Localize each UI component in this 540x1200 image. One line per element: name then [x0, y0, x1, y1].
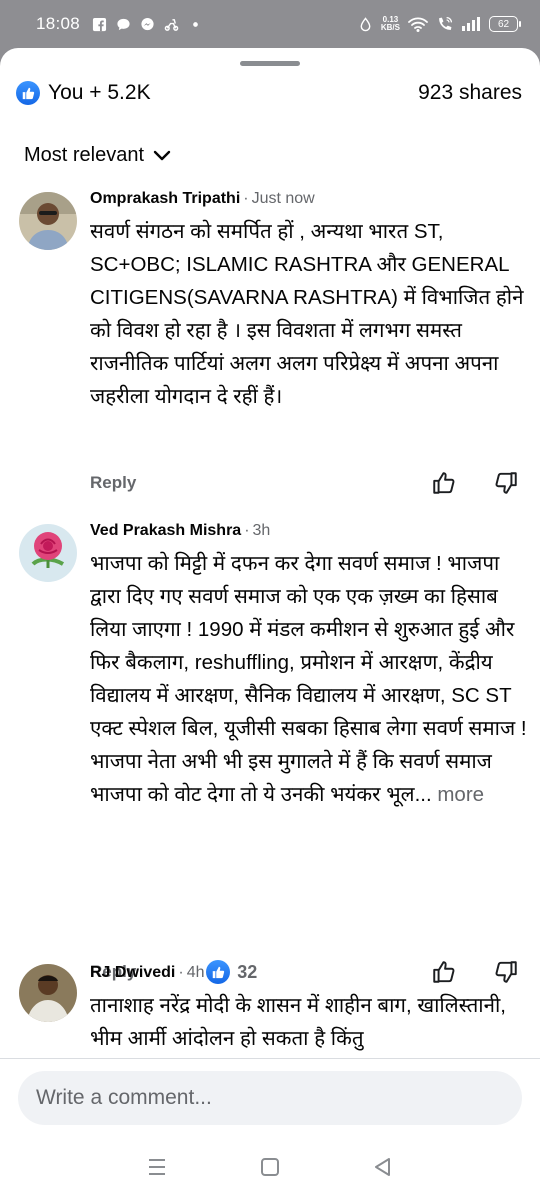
- comment-author[interactable]: Omprakash Tripathi: [90, 190, 240, 208]
- wifi-icon: [408, 17, 428, 32]
- downvote-button[interactable]: [492, 469, 520, 497]
- comment-header: Omprakash Tripathi · Just now: [90, 188, 530, 210]
- menu-icon: [148, 1159, 165, 1175]
- comment-timestamp[interactable]: Just now: [252, 190, 315, 208]
- battery-icon: 62: [489, 16, 521, 32]
- battery-level: 62: [497, 18, 510, 30]
- comments-sheet: You + 5.2K 923 shares Most relevant Ompr…: [0, 48, 540, 1134]
- status-bar: 18:08 0.13 KB/S 62: [0, 0, 540, 48]
- signal-icon: [462, 17, 480, 31]
- comment-text: भाजपा को मिट्टी में दफन कर देगा सवर्ण सम…: [90, 547, 530, 811]
- comment-input[interactable]: [18, 1071, 522, 1125]
- net-speed: 0.13 KB/S: [381, 16, 400, 32]
- avatar[interactable]: [19, 964, 77, 1022]
- avatar[interactable]: [19, 524, 77, 582]
- reactions-count[interactable]: You + 5.2K: [48, 81, 151, 105]
- data-drop-icon: [360, 16, 371, 31]
- comment-text-content: भाजपा को मिट्टी में दफन कर देगा सवर्ण सम…: [90, 552, 527, 806]
- dot-icon: [193, 21, 198, 27]
- net-speed-unit: KB/S: [380, 23, 400, 32]
- reactions-summary[interactable]: You + 5.2K 923 shares: [16, 78, 522, 108]
- sort-dropdown[interactable]: Most relevant: [24, 144, 172, 167]
- meta-separator: ·: [243, 190, 249, 207]
- chat-bubble-icon: [117, 18, 130, 30]
- comment-text: सवर्ण संगठन को समर्पित हों , अन्यथा भारत…: [90, 220, 524, 408]
- recents-button[interactable]: [137, 1147, 177, 1187]
- chevron-down-icon: [153, 150, 171, 160]
- comment-header: Ved Prakash Mishra · 3h: [90, 520, 530, 542]
- comment-author[interactable]: RJ Dwivedi: [90, 964, 175, 982]
- comment-timestamp[interactable]: 4h: [187, 964, 205, 982]
- messenger-icon: [141, 17, 154, 30]
- back-button[interactable]: [363, 1147, 403, 1187]
- comment-text: तानाशाह नरेंद्र मोदी के शासन में शाहीन ब…: [90, 994, 506, 1050]
- meta-separator: ·: [244, 522, 250, 539]
- comment-timestamp[interactable]: 3h: [253, 522, 271, 540]
- shares-count[interactable]: 923 shares: [418, 81, 522, 105]
- scooter-icon: [164, 18, 179, 31]
- comment-composer: [0, 1058, 540, 1134]
- reply-button[interactable]: Reply: [90, 473, 136, 493]
- status-time: 18:08: [36, 14, 81, 33]
- like-reaction-icon: [16, 81, 40, 105]
- facebook-icon: [92, 17, 107, 31]
- home-square-icon: [260, 1158, 279, 1176]
- notification-icons: [92, 17, 203, 32]
- sheet-grab-handle[interactable]: [240, 61, 300, 66]
- comment-actions: Reply: [90, 466, 540, 500]
- sort-label: Most relevant: [24, 144, 145, 166]
- wifi-call-icon: [439, 16, 453, 30]
- system-nav-bar: [0, 1134, 540, 1200]
- comment-author[interactable]: Ved Prakash Mishra: [90, 522, 241, 540]
- back-triangle-icon: [375, 1158, 391, 1176]
- avatar[interactable]: [19, 192, 77, 250]
- vote-buttons: [430, 469, 520, 497]
- home-button[interactable]: [250, 1147, 290, 1187]
- upvote-button[interactable]: [430, 469, 458, 497]
- thumbs-up-icon: [433, 472, 455, 494]
- system-indicators: 0.13 KB/S 62: [358, 16, 521, 33]
- meta-separator: ·: [178, 964, 184, 981]
- comment-header: RJ Dwivedi · 4h: [90, 962, 530, 984]
- thumbs-down-icon: [495, 472, 517, 494]
- see-more-link[interactable]: more: [437, 783, 484, 806]
